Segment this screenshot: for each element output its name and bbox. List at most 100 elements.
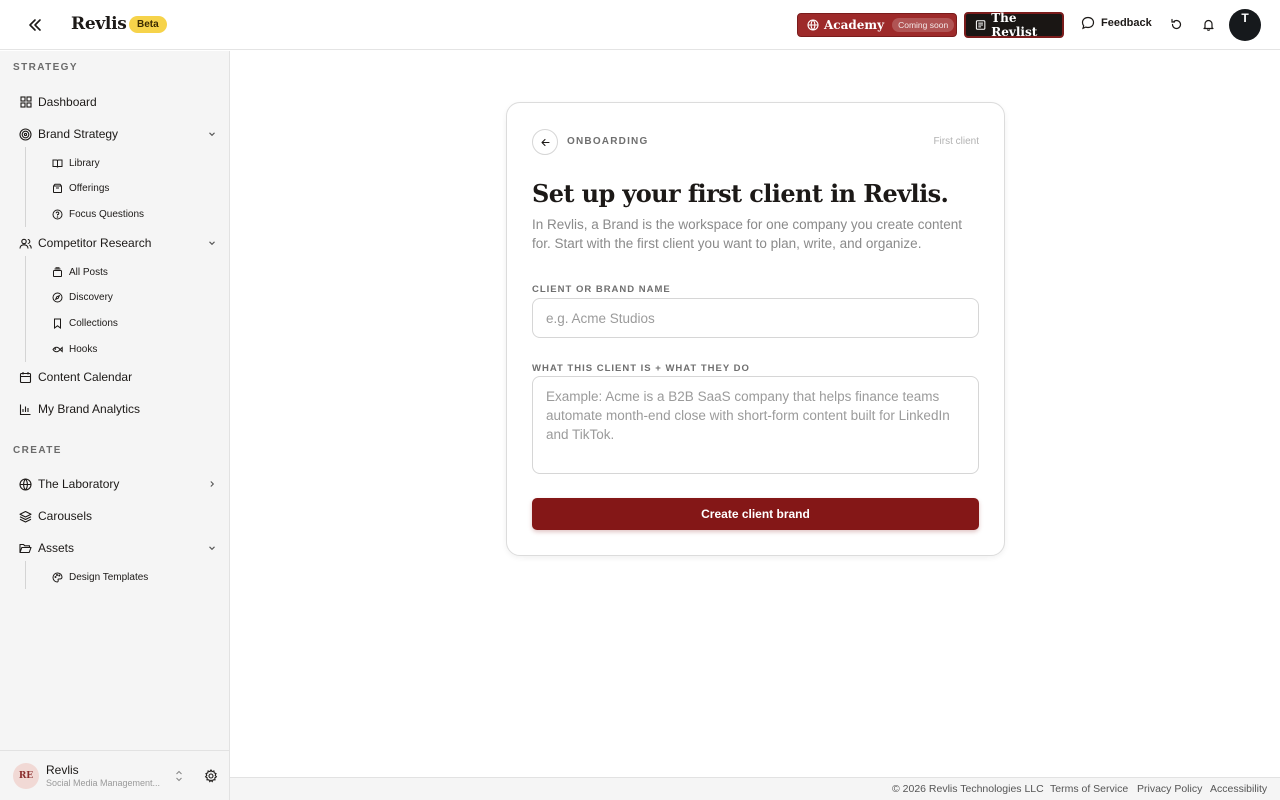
page-title: Set up your first client in Revlis. xyxy=(532,179,949,208)
notifications-button[interactable] xyxy=(1200,16,1216,32)
target-icon xyxy=(19,127,32,141)
calendar-icon xyxy=(19,371,32,384)
section-label-strategy: STRATEGY xyxy=(13,62,78,73)
terms-link[interactable]: Terms of Service xyxy=(1050,783,1128,795)
back-button[interactable] xyxy=(532,129,558,155)
chevron-down-icon xyxy=(209,546,215,551)
client-description-textarea[interactable] xyxy=(532,376,979,474)
workspace-name: Revlis xyxy=(46,763,79,777)
sidebar-item-label: All Posts xyxy=(69,266,108,278)
sidebar-item-the-laboratory[interactable]: The Laboratory xyxy=(19,474,219,494)
globe-icon xyxy=(19,477,32,491)
sidebar-item-label: The Laboratory xyxy=(38,477,120,491)
book-open-icon xyxy=(52,158,63,169)
compass-icon xyxy=(52,292,63,303)
sidebar-item-label: Library xyxy=(69,157,100,169)
question-circle-icon xyxy=(52,209,63,220)
section-label-create: CREATE xyxy=(13,445,62,456)
chevrons-up-down-icon[interactable] xyxy=(173,769,185,783)
page-description: In Revlis, a Brand is the workspace for … xyxy=(532,217,962,251)
privacy-link[interactable]: Privacy Policy xyxy=(1137,783,1202,795)
folder-open-icon xyxy=(19,542,32,555)
sidebar-item-label: Offerings xyxy=(69,182,110,194)
refresh-icon xyxy=(1170,18,1181,29)
coming-soon-badge: Coming soon xyxy=(892,18,955,32)
sidebar-item-label: Hooks xyxy=(69,343,98,355)
refresh-button[interactable] xyxy=(1168,16,1184,32)
sidebar-item-competitor-research[interactable]: Competitor Research xyxy=(19,233,219,253)
sidebar-item-discovery[interactable]: Discovery xyxy=(52,289,113,305)
sidebar-item-label: Design Templates xyxy=(69,571,149,583)
sidebar-item-dashboard[interactable]: Dashboard xyxy=(19,92,219,112)
sidebar-item-content-calendar[interactable]: Content Calendar xyxy=(19,367,219,387)
workspace-subtitle: Social Media Management... xyxy=(46,778,161,788)
tree-line xyxy=(25,561,26,589)
revlist-label: The Revlist xyxy=(991,11,1038,39)
main-content: ONBOARDING First client Set up your firs… xyxy=(230,51,1280,777)
client-name-input[interactable] xyxy=(532,298,979,338)
step-indicator: First client xyxy=(933,136,979,147)
sidebar-item-label: Assets xyxy=(38,541,75,555)
sidebar-item-label: Collections xyxy=(69,317,118,329)
stack-icon xyxy=(52,266,63,278)
sidebar-item-design-templates[interactable]: Design Templates xyxy=(52,569,148,585)
create-client-brand-button[interactable]: Create client brand xyxy=(532,498,979,530)
layers-icon xyxy=(19,510,32,523)
double-chevron-left-icon xyxy=(29,19,41,31)
chevron-right-icon xyxy=(210,481,215,487)
sidebar-item-brand-strategy[interactable]: Brand Strategy xyxy=(19,124,219,144)
sidebar-item-label: Discovery xyxy=(69,291,113,303)
grid-icon xyxy=(19,96,32,109)
globe-icon xyxy=(807,19,819,31)
app-logo-wordmark[interactable]: Revlis xyxy=(71,14,127,34)
client-description-label: WHAT THIS CLIENT IS + WHAT THEY DO xyxy=(532,363,750,374)
bookmark-icon xyxy=(52,318,63,329)
client-name-label: CLIENT OR BRAND NAME xyxy=(532,284,671,295)
academy-button[interactable]: Academy Coming soon xyxy=(797,13,957,37)
bar-chart-icon xyxy=(19,403,32,416)
message-bubble-icon xyxy=(1081,16,1095,30)
chevron-down-icon xyxy=(209,241,215,246)
sidebar-item-all-posts[interactable]: All Posts xyxy=(52,264,108,280)
user-avatar[interactable]: T xyxy=(1229,9,1261,41)
sidebar-item-label: Competitor Research xyxy=(38,236,152,250)
the-revlist-button[interactable]: The Revlist xyxy=(964,11,1064,39)
sidebar-item-offerings[interactable]: Offerings xyxy=(52,180,109,196)
top-bar: Revlis Beta Academy Coming soon The Revl… xyxy=(0,0,1280,50)
sidebar-item-carousels[interactable]: Carousels xyxy=(19,506,219,526)
onboarding-eyebrow: ONBOARDING xyxy=(567,136,649,147)
sidebar-item-label: Content Calendar xyxy=(38,370,133,384)
sidebar-item-label: Dashboard xyxy=(38,95,97,109)
gear-icon[interactable] xyxy=(204,769,218,783)
copyright-text: © 2026 Revlis Technologies LLC xyxy=(892,783,1044,795)
sidebar-item-library[interactable]: Library xyxy=(52,155,100,171)
tree-line xyxy=(25,256,26,362)
users-icon xyxy=(19,237,32,250)
accessibility-link[interactable]: Accessibility xyxy=(1210,783,1267,795)
sidebar-item-focus-questions[interactable]: Focus Questions xyxy=(52,206,144,222)
academy-label: Academy xyxy=(824,18,885,32)
tree-line xyxy=(25,147,26,227)
arrow-left-icon xyxy=(540,138,550,146)
sidebar-item-label: Focus Questions xyxy=(69,208,145,220)
sidebar-item-label: Brand Strategy xyxy=(38,127,119,141)
sidebar: STRATEGY Dashboard Brand Strategy Librar… xyxy=(0,51,230,800)
sidebar-item-my-brand-analytics[interactable]: My Brand Analytics xyxy=(19,399,219,419)
workspace-avatar: RE xyxy=(13,763,39,789)
fish-hook-icon xyxy=(52,344,63,355)
beta-badge: Beta xyxy=(129,16,167,33)
page-footer: © 2026 Revlis Technologies LLC Terms of … xyxy=(230,777,1280,800)
collapse-sidebar-button[interactable] xyxy=(24,14,46,36)
sidebar-item-label: My Brand Analytics xyxy=(38,402,141,416)
sidebar-item-collections[interactable]: Collections xyxy=(52,315,118,331)
onboarding-card: ONBOARDING First client Set up your firs… xyxy=(506,102,1005,556)
workspace-switcher[interactable]: RE Revlis Social Media Management... xyxy=(0,750,229,800)
sidebar-item-label: Carousels xyxy=(38,509,93,523)
package-icon xyxy=(52,183,63,194)
chevron-down-icon xyxy=(209,132,215,137)
sidebar-item-assets[interactable]: Assets xyxy=(19,538,219,558)
sidebar-item-hooks[interactable]: Hooks xyxy=(52,341,97,357)
bell-icon xyxy=(1202,19,1214,31)
feedback-label: Feedback xyxy=(1101,17,1152,29)
feedback-button[interactable]: Feedback xyxy=(1081,16,1152,30)
